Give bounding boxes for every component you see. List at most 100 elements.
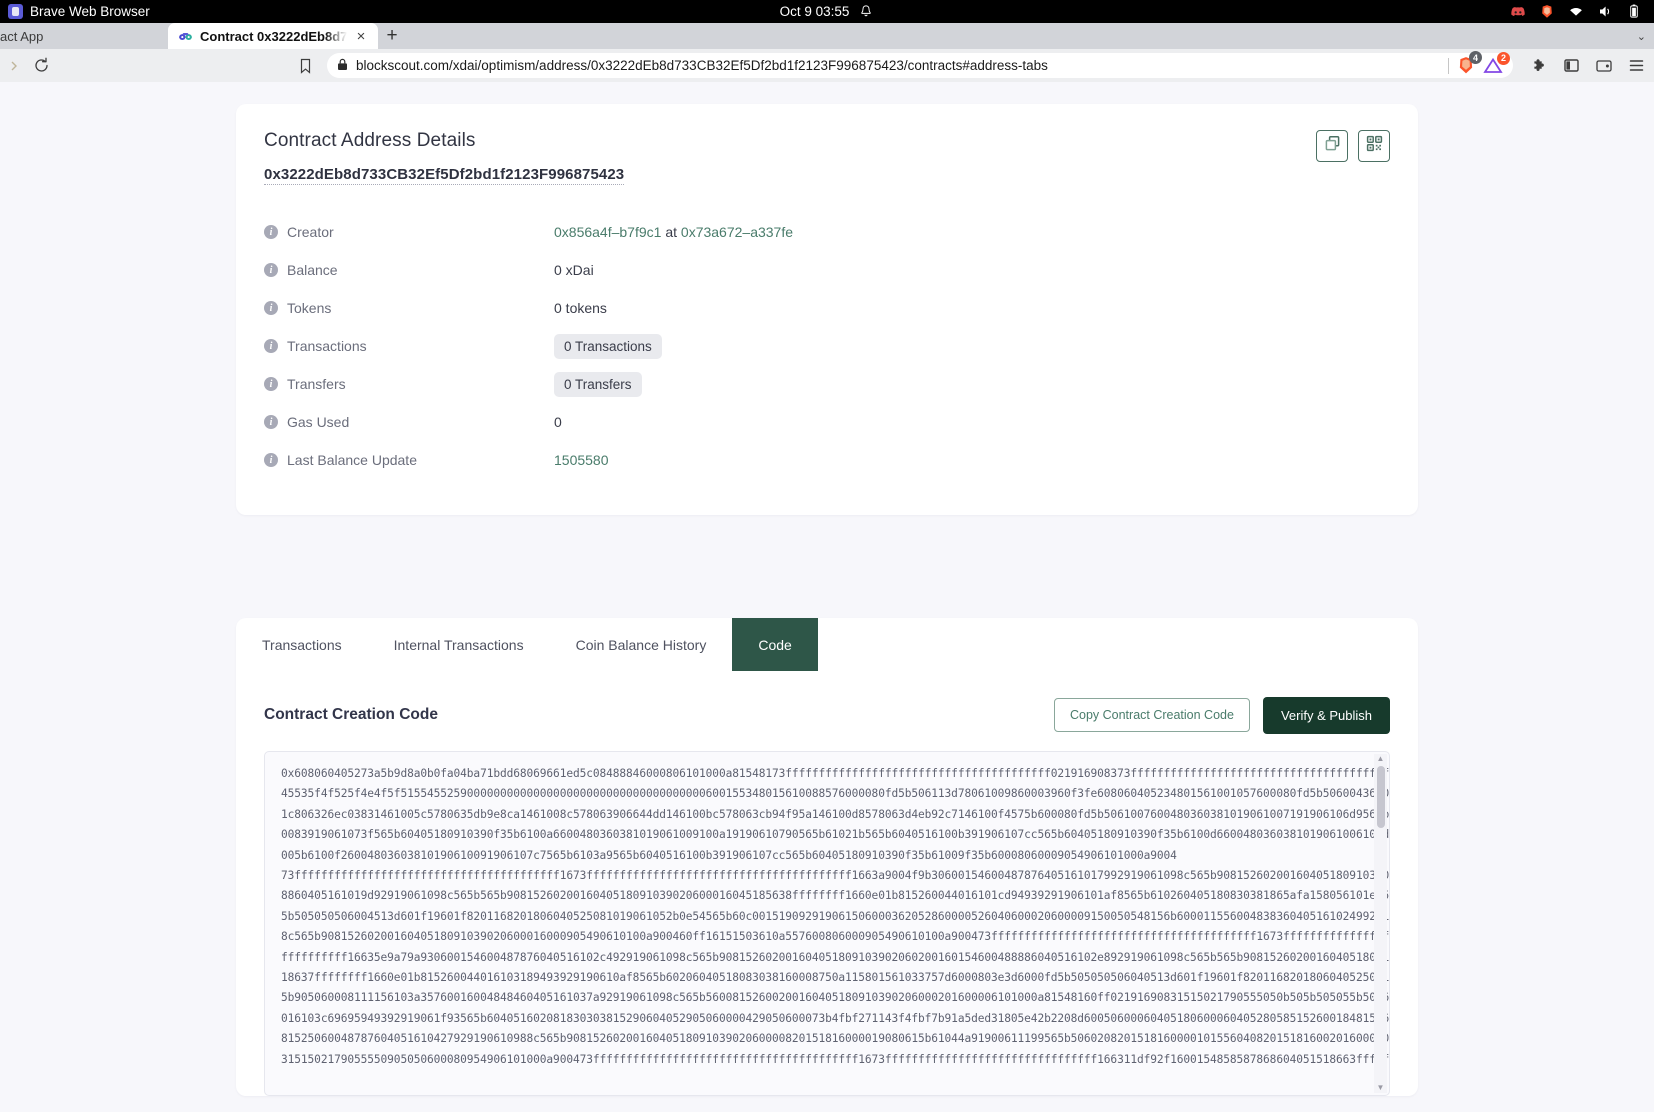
creation-code-box: 0x608060405273a5b9d8a0b0fa04ba71bdd68069…: [264, 751, 1390, 1096]
discord-icon[interactable]: [1510, 4, 1526, 19]
tab-title: act App: [0, 28, 44, 44]
info-icon[interactable]: i: [264, 453, 278, 467]
brave-shields-icon[interactable]: 4: [1457, 51, 1482, 75]
bookmark-icon[interactable]: [299, 58, 312, 74]
row-label: Creator: [287, 224, 334, 240]
row-label: Tokens: [287, 300, 332, 316]
os-top-bar: Brave Web Browser Oct 9 03:55: [0, 0, 1654, 23]
extensions-puzzle-icon[interactable]: [1532, 58, 1547, 73]
row-label: Transfers: [287, 376, 346, 392]
details-rows: i Creator 0x856a4f–b7f9c1 at 0x73a672–a3…: [264, 213, 1390, 479]
wallet-icon[interactable]: [1596, 59, 1612, 73]
transfers-count-badge[interactable]: 0 Transfers: [554, 371, 642, 397]
row-value: 0: [554, 414, 562, 430]
row-label-group: i Tokens: [264, 300, 554, 316]
creation-code-text[interactable]: 0x608060405273a5b9d8a0b0fa04ba71bdd68069…: [265, 752, 1389, 1095]
os-clock-group: Oct 9 03:55: [0, 4, 1654, 19]
extension-triangle-icon[interactable]: 2: [1483, 51, 1510, 75]
tab-internal-transactions[interactable]: Internal Transactions: [368, 618, 550, 671]
row-label-group: i Transactions: [264, 338, 554, 354]
row-label-group: i Last Balance Update: [264, 452, 554, 468]
brave-shield-tray-icon[interactable]: [1539, 4, 1555, 19]
browser-menu-icon[interactable]: [1629, 59, 1644, 72]
info-icon[interactable]: i: [264, 377, 278, 391]
copy-icon: [1324, 135, 1341, 157]
row-value: 0 xDai: [554, 262, 594, 278]
browser-tab-active[interactable]: Contract 0x3222dEb8d73 ×: [168, 23, 378, 49]
reload-icon[interactable]: [33, 57, 50, 74]
row-value: 0 Transactions: [554, 333, 662, 359]
browser-tab-inactive[interactable]: act App: [0, 23, 168, 49]
url-address-bar[interactable]: blockscout.com/xdai/optimism/address/0x3…: [327, 51, 1513, 78]
creator-address-link[interactable]: 0x856a4f–b7f9c1: [554, 224, 661, 240]
brave-logo-icon: [8, 4, 23, 19]
row-label: Gas Used: [287, 414, 350, 430]
copy-contract-creation-code-button[interactable]: Copy Contract Creation Code: [1053, 698, 1250, 732]
os-clock: Oct 9 03:55: [779, 4, 850, 19]
creator-tx-link[interactable]: 0x73a672–a337fe: [681, 224, 793, 240]
blockscout-favicon-icon: [179, 32, 192, 40]
lock-icon: [337, 58, 348, 74]
details-row-transfers: i Transfers 0 Transfers: [264, 365, 1390, 403]
browser-tab-strip: act App Contract 0x3222dEb8d73 × + ⌄: [0, 23, 1654, 49]
scroll-up-arrow-icon[interactable]: ▲: [1377, 754, 1385, 764]
creator-at-text: at: [661, 224, 681, 240]
row-label: Last Balance Update: [287, 452, 417, 468]
info-icon[interactable]: i: [264, 263, 278, 277]
tab-transactions[interactable]: Transactions: [236, 618, 368, 671]
info-icon[interactable]: i: [264, 301, 278, 315]
card-header-buttons: [1316, 130, 1390, 162]
shield-badge-count: 4: [1469, 51, 1482, 64]
os-app-title: Brave Web Browser: [30, 4, 150, 19]
section-title: Contract Creation Code: [264, 706, 438, 723]
copy-address-button[interactable]: [1316, 130, 1348, 162]
toolbar-right-icons: [1526, 58, 1644, 73]
tab-coin-balance-history[interactable]: Coin Balance History: [550, 618, 733, 671]
os-app-title-group: Brave Web Browser: [8, 4, 150, 19]
info-icon[interactable]: i: [264, 415, 278, 429]
row-label-group: i Balance: [264, 262, 554, 278]
tab-title: Contract 0x3222dEb8d73: [200, 28, 347, 44]
contract-address-hash[interactable]: 0x3222dEb8d733CB32Ef5Df2bd1f2123F9968754…: [264, 166, 625, 185]
os-tray: [1510, 4, 1646, 19]
wifi-icon[interactable]: [1568, 4, 1584, 19]
extension-badge-count: 2: [1497, 51, 1510, 65]
row-label-group: i Creator: [264, 224, 554, 240]
tab-code[interactable]: Code: [732, 618, 818, 671]
row-label-group: i Gas Used: [264, 414, 554, 430]
page-title: Contract Address Details: [264, 130, 476, 151]
volume-icon[interactable]: [1597, 4, 1613, 19]
transactions-count-badge[interactable]: 0 Transactions: [554, 333, 662, 359]
toolbar-divider: [1448, 57, 1449, 74]
bell-icon[interactable]: [858, 4, 874, 19]
address-tabs: Transactions Internal Transactions Coin …: [236, 618, 1418, 671]
tab-list-chevron-down-icon[interactable]: ⌄: [1637, 30, 1654, 43]
verify-and-publish-button[interactable]: Verify & Publish: [1262, 696, 1390, 734]
url-text: blockscout.com/xdai/optimism/address/0x3…: [356, 58, 1048, 73]
row-value: 0x856a4f–b7f9c1 at 0x73a672–a337fe: [554, 224, 793, 240]
sidebar-panel-icon[interactable]: [1564, 58, 1579, 73]
qr-code-icon: [1366, 135, 1383, 157]
battery-icon[interactable]: [1626, 4, 1642, 19]
code-section-header: Contract Creation Code Copy Contract Cre…: [236, 671, 1418, 734]
last-balance-update-link[interactable]: 1505580: [554, 452, 609, 468]
row-value: 0 Transfers: [554, 371, 642, 397]
browser-toolbar: blockscout.com/xdai/optimism/address/0x3…: [0, 49, 1654, 82]
forward-nav-icon[interactable]: [10, 60, 20, 72]
info-icon[interactable]: i: [264, 225, 278, 239]
contract-code-card: Transactions Internal Transactions Coin …: [236, 618, 1418, 1096]
tab-close-icon[interactable]: ×: [354, 29, 368, 44]
details-row-creator: i Creator 0x856a4f–b7f9c1 at 0x73a672–a3…: [264, 213, 1390, 251]
row-label: Transactions: [287, 338, 367, 354]
scroll-down-arrow-icon[interactable]: ▼: [1377, 1083, 1385, 1093]
code-vertical-scrollbar[interactable]: ▲ ▼: [1374, 754, 1387, 1093]
row-label: Balance: [287, 262, 338, 278]
new-tab-button[interactable]: +: [378, 23, 406, 49]
details-row-gas-used: i Gas Used 0: [264, 403, 1390, 441]
qr-code-button[interactable]: [1358, 130, 1390, 162]
row-value: 0 tokens: [554, 300, 607, 316]
row-label-group: i Transfers: [264, 376, 554, 392]
details-row-transactions: i Transactions 0 Transactions: [264, 327, 1390, 365]
info-icon[interactable]: i: [264, 339, 278, 353]
scrollbar-thumb[interactable]: [1376, 766, 1385, 828]
